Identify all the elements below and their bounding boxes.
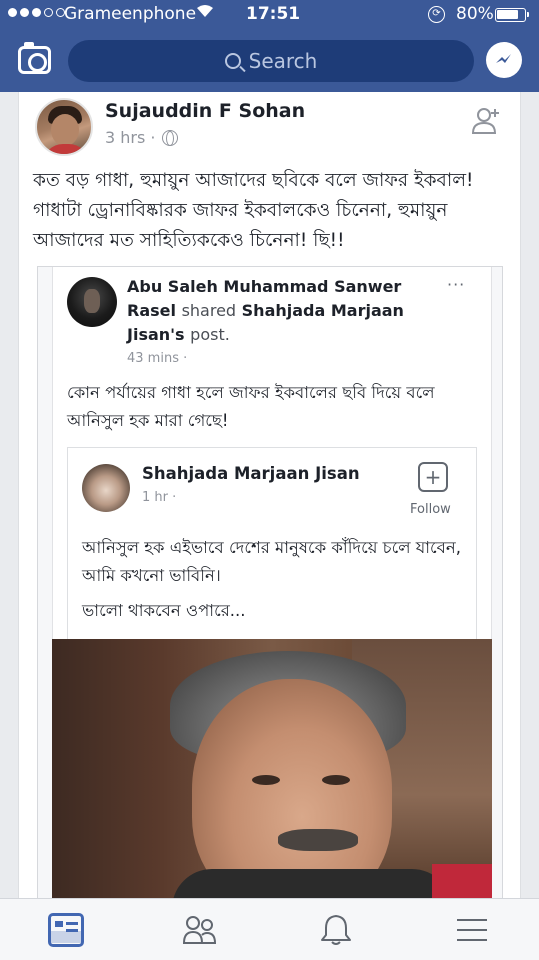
- friends-icon[interactable]: [182, 913, 218, 947]
- portrait-photo: [52, 639, 492, 898]
- nested-author-name: Shahjada Marjaan Jisan: [142, 464, 360, 483]
- nested-post: Shahjada Marjaan Jisan 1 hr · + Follow আ…: [67, 447, 477, 639]
- post-word: post.: [190, 325, 230, 344]
- nested-author-avatar: [82, 464, 130, 512]
- author-avatar[interactable]: [35, 98, 93, 156]
- battery-percentage: 80%: [456, 4, 494, 24]
- nested-text: আনিসুল হক এইভাবে দেশের মানুষকে কাঁদিয়ে …: [82, 538, 461, 585]
- search-placeholder: Search: [248, 49, 318, 73]
- follow-label: Follow: [410, 502, 451, 517]
- battery-icon: [495, 8, 529, 22]
- camera-icon[interactable]: [18, 42, 51, 74]
- search-icon: [224, 53, 241, 69]
- share-time: 43 mins ·: [127, 351, 188, 366]
- share-header: Abu Saleh Muhammad Sanwer Rasel shared S…: [127, 275, 427, 347]
- follow-icon: +: [418, 462, 448, 492]
- nested-text-2: ভালো থাকবেন ওপারে...: [82, 601, 246, 620]
- notifications-bell-icon[interactable]: [318, 913, 354, 947]
- top-bar: Grameenphone 17:51 ⟳ 80% Search: [0, 0, 539, 92]
- nested-time: 1 hr ·: [142, 490, 177, 505]
- rotation-lock-icon: ⟳: [428, 6, 445, 23]
- search-bar[interactable]: Search: [68, 40, 474, 82]
- wifi-icon: [196, 4, 214, 22]
- signal-strength-icon: [8, 8, 65, 17]
- shared-word: shared: [181, 301, 237, 320]
- news-feed-icon[interactable]: [48, 913, 84, 947]
- messenger-icon[interactable]: [486, 42, 522, 78]
- sharer-avatar: [67, 277, 117, 327]
- post-text: কত বড় গাধা, হুমায়ুন আজাদের ছবিকে বলে জ…: [33, 170, 474, 251]
- post-meta: 3 hrs ·: [105, 128, 178, 147]
- post-card: Sujauddin F Sohan 3 hrs · কত বড় গাধা, হ…: [18, 92, 521, 898]
- menu-icon[interactable]: [454, 913, 490, 947]
- status-bar: Grameenphone 17:51 ⟳ 80%: [0, 0, 539, 30]
- more-options-icon: ···: [447, 275, 466, 294]
- shared-screenshot-image[interactable]: Abu Saleh Muhammad Sanwer Rasel shared S…: [37, 266, 503, 898]
- post-time[interactable]: 3 hrs ·: [105, 128, 156, 147]
- screenshot-post: Abu Saleh Muhammad Sanwer Rasel shared S…: [52, 267, 492, 639]
- clock: 17:51: [246, 4, 301, 24]
- add-friend-icon[interactable]: [471, 106, 501, 136]
- carrier-name: Grameenphone: [64, 4, 197, 24]
- bottom-tab-bar: [0, 898, 539, 960]
- post-author-name[interactable]: Sujauddin F Sohan: [105, 100, 305, 122]
- share-text: কোন পর্যায়ের গাধা হলে জাফর ইকবালের ছবি …: [67, 383, 435, 430]
- globe-icon: [161, 129, 178, 146]
